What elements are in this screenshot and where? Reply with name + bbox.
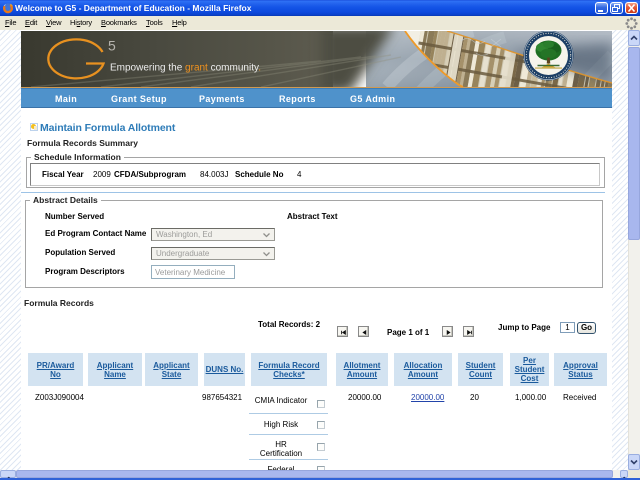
svg-text:Empowering the grant community: Empowering the grant community. bbox=[110, 63, 261, 74]
svg-text:5: 5 bbox=[108, 38, 116, 54]
